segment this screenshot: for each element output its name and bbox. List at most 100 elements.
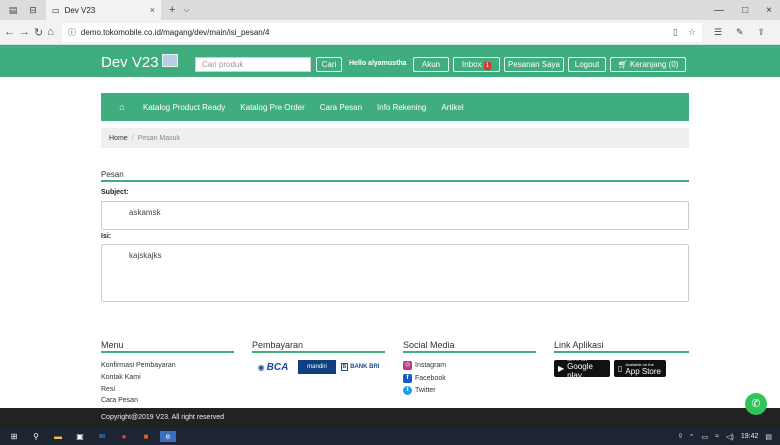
address-bar-row: ← → ↻ ⌂ ⓘ demo.tokomobile.co.id/magang/d… bbox=[0, 20, 780, 45]
site-header: Dev V23 Cari produk Cari Hello alyamusth… bbox=[0, 45, 780, 77]
nav-item-katalog-ready[interactable]: Katalog Product Ready bbox=[143, 103, 225, 112]
greeting-text: Hello alyamustha bbox=[349, 60, 407, 67]
play-icon: ▶ bbox=[558, 364, 565, 373]
footer-social-divider bbox=[403, 351, 536, 353]
file-explorer-icon[interactable]: ▬ bbox=[50, 431, 66, 442]
volume-icon[interactable]: ◁) bbox=[726, 433, 734, 441]
home-icon[interactable]: ⌂ bbox=[101, 102, 143, 112]
breadcrumb: Home / Pesan Masuk bbox=[101, 128, 689, 148]
url-field[interactable]: ⓘ demo.tokomobile.co.id/magang/dev/main/… bbox=[61, 22, 702, 42]
copyright-text: Copyright@2019 V23. All right reserved bbox=[101, 414, 225, 421]
new-tab-icon[interactable]: + bbox=[169, 4, 175, 16]
browser-toolbar: ☰ ✎ ⇪ ⋯ bbox=[702, 27, 780, 38]
bca-logo: ◉ BCA bbox=[252, 360, 294, 374]
bca-icon: ◉ bbox=[257, 362, 265, 372]
search-icon[interactable]: ⚲ bbox=[28, 431, 44, 442]
page-icon: ▭ bbox=[52, 5, 60, 15]
google-play-badge[interactable]: ▶ GET IT ON Google play bbox=[554, 357, 610, 380]
whatsapp-icon[interactable]: ✆ bbox=[745, 393, 767, 415]
back-icon[interactable]: ← bbox=[4, 26, 15, 38]
cart-button[interactable]: 🛒︎ Keranjang (0) bbox=[610, 57, 686, 72]
footer-link-cara-pesan[interactable]: Cara Pesan bbox=[101, 397, 138, 404]
start-icon[interactable]: ⊞ bbox=[6, 431, 22, 442]
chevron-up-icon[interactable]: ⌃ bbox=[689, 433, 695, 441]
facebook-label: Facebook bbox=[415, 375, 446, 382]
window-controls: — □ × bbox=[714, 5, 780, 16]
bri-icon: B bbox=[340, 363, 349, 371]
maximize-icon[interactable]: □ bbox=[742, 5, 748, 16]
app-store-label: App Store bbox=[625, 366, 661, 376]
instagram-label: Instagram bbox=[415, 362, 447, 369]
nav-item-cara-pesan[interactable]: Cara Pesan bbox=[320, 103, 362, 112]
subject-field: askamsk bbox=[101, 201, 689, 230]
share-icon[interactable]: ⇪ bbox=[758, 27, 766, 38]
forward-icon[interactable]: → bbox=[19, 26, 30, 38]
bri-text: BANK BRI bbox=[350, 364, 380, 370]
footer-social-title: Social Media bbox=[403, 340, 455, 350]
browser-tab[interactable]: ▭ Dev V23 × bbox=[46, 0, 161, 20]
mail-icon[interactable]: ✉ bbox=[94, 431, 110, 442]
footer-link-kontak[interactable]: Kontak Kami bbox=[101, 374, 141, 381]
google-play-text: GET IT ON Google play bbox=[567, 357, 606, 380]
network-icon[interactable]: ▭ bbox=[702, 433, 709, 441]
body-field: kajskajks bbox=[101, 244, 689, 302]
office-icon[interactable]: ■ bbox=[138, 431, 154, 442]
refresh-icon[interactable]: ↻ bbox=[34, 26, 43, 39]
body-value: kajskajks bbox=[129, 251, 162, 260]
nav-item-artikel[interactable]: Artikel bbox=[441, 103, 463, 112]
orders-button[interactable]: Pesanan Saya bbox=[504, 57, 564, 72]
tab-list-icon[interactable]: ⌵ bbox=[183, 5, 189, 15]
account-button[interactable]: Akun bbox=[413, 57, 449, 72]
footer-apps-title: Link Aplikasi bbox=[554, 340, 604, 350]
home-browser-icon[interactable]: ⌂ bbox=[47, 26, 54, 38]
notifications-icon[interactable]: ▤ bbox=[765, 433, 772, 441]
instagram-link[interactable]: ◎ Instagram bbox=[403, 361, 446, 370]
people-icon[interactable]: ᵍ bbox=[679, 433, 682, 440]
store-icon[interactable]: ▣ bbox=[72, 431, 88, 442]
twitter-icon: t bbox=[403, 386, 412, 395]
twitter-link[interactable]: t Twitter bbox=[403, 386, 436, 395]
logout-button[interactable]: Logout bbox=[568, 57, 606, 72]
twitter-label: Twitter bbox=[415, 387, 436, 394]
footer-link-konfirmasi[interactable]: Konfirmasi Pembayaran bbox=[101, 362, 176, 369]
clock-time[interactable]: 19:42 bbox=[741, 433, 759, 440]
main-nav: ⌂ Katalog Product Ready Katalog Pre Orde… bbox=[101, 93, 689, 121]
footer-apps-divider bbox=[554, 351, 689, 353]
chrome-icon[interactable]: ● bbox=[116, 431, 132, 442]
breadcrumb-separator: / bbox=[131, 134, 134, 142]
wifi-icon[interactable]: ≈ bbox=[715, 433, 719, 440]
tab-title: Dev V23 bbox=[64, 5, 96, 15]
inbox-button[interactable]: Inbox 1 bbox=[453, 57, 500, 72]
minimize-icon[interactable]: — bbox=[714, 5, 724, 16]
reading-view-icon[interactable]: ▯ bbox=[673, 27, 678, 38]
breadcrumb-home[interactable]: Home bbox=[109, 135, 128, 142]
footer-payment-divider bbox=[252, 351, 385, 353]
favorite-star-icon[interactable]: ☆ bbox=[688, 27, 696, 38]
search-input[interactable]: Cari produk bbox=[195, 57, 311, 72]
footer-link-resi[interactable]: Resi bbox=[101, 386, 115, 393]
search-button[interactable]: Cari bbox=[316, 57, 342, 72]
inbox-count-badge: 1 bbox=[483, 62, 491, 70]
facebook-icon: f bbox=[403, 374, 412, 383]
nav-item-katalog-preorder[interactable]: Katalog Pre Order bbox=[240, 103, 304, 112]
inbox-label: Inbox bbox=[462, 60, 482, 69]
body-label: Isi: bbox=[101, 233, 112, 240]
edge-icon[interactable]: e bbox=[160, 431, 176, 442]
footer-menu-title: Menu bbox=[101, 340, 124, 350]
info-icon: ⓘ bbox=[67, 27, 76, 37]
pen-icon[interactable]: ✎ bbox=[736, 27, 744, 38]
instagram-icon: ◎ bbox=[403, 361, 412, 370]
favorites-icon[interactable]: ☰ bbox=[714, 27, 722, 38]
set-aside-tabs-icon[interactable]: ⊟ bbox=[26, 3, 40, 17]
url-text: demo.tokomobile.co.id/magang/dev/main/is… bbox=[80, 27, 270, 37]
mandiri-text: mandiri bbox=[307, 364, 327, 370]
nav-item-info-rekening[interactable]: Info Rekening bbox=[377, 103, 426, 112]
cart-icon: 🛒︎ bbox=[617, 60, 628, 69]
app-store-text: Available on the App Store bbox=[625, 362, 661, 376]
close-window-icon[interactable]: × bbox=[766, 5, 772, 16]
brand-logo[interactable]: Dev V23 bbox=[101, 54, 159, 71]
app-store-badge[interactable]: ▯ Available on the App Store bbox=[614, 360, 666, 377]
tab-actions-icon[interactable]: ▤ bbox=[6, 3, 20, 17]
facebook-link[interactable]: f Facebook bbox=[403, 374, 446, 383]
tab-close-icon[interactable]: × bbox=[150, 5, 155, 15]
